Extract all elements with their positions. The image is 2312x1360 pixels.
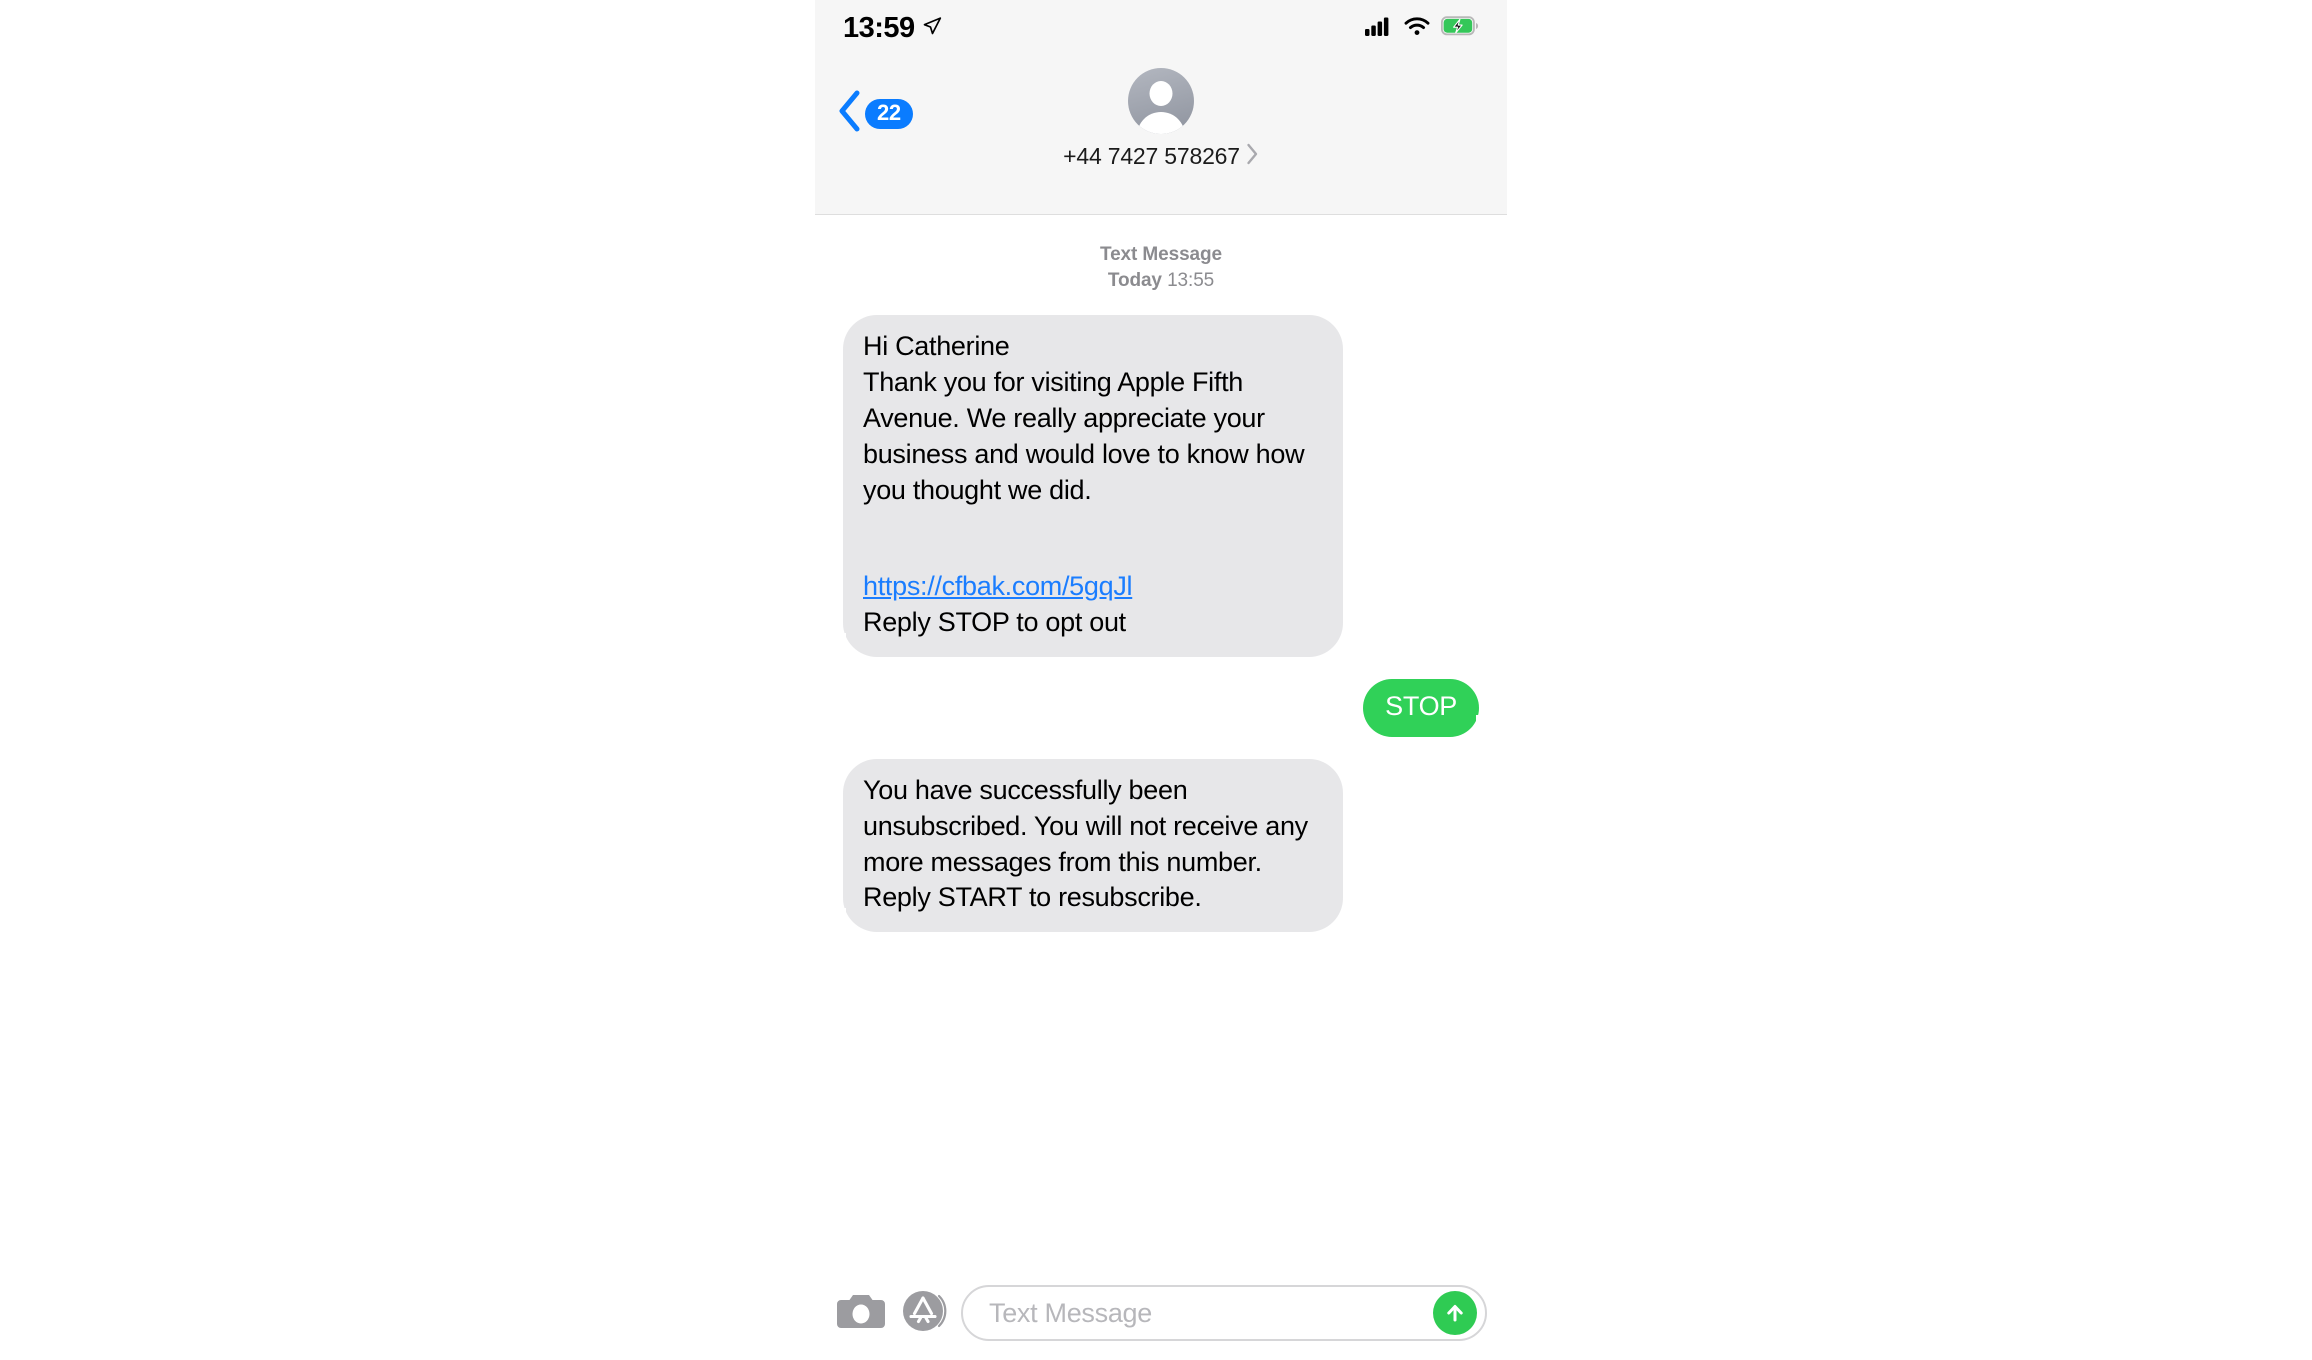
message-datetime-label: Today 13:55 bbox=[837, 268, 1485, 294]
message-bubble-outgoing[interactable]: STOP bbox=[1363, 678, 1490, 737]
chevron-right-icon bbox=[1246, 143, 1259, 170]
message-type-label: Text Message bbox=[1099, 244, 1222, 265]
contact-phone-number: +44 7427 578267 bbox=[1063, 143, 1240, 169]
message-compose-toolbar bbox=[815, 1276, 1507, 1360]
message-row: STOP bbox=[837, 678, 1490, 737]
message-list[interactable]: Text Message Today 13:55 Hi Catherine Th… bbox=[815, 216, 1507, 1276]
status-bar: 13:59 bbox=[815, 0, 1507, 56]
contact-name-row: +44 7427 578267 bbox=[1063, 143, 1259, 170]
send-arrow-up-icon[interactable] bbox=[1433, 1291, 1477, 1335]
iphone-messages-screen: 13:59 22 +44 7427 578267 Text Message To… bbox=[815, 0, 1507, 1360]
cellular-signal-icon bbox=[1365, 16, 1393, 41]
timestamp-day: Today bbox=[1107, 269, 1162, 291]
message-input[interactable] bbox=[987, 1296, 1433, 1330]
message-paragraph-break bbox=[863, 509, 1323, 533]
message-bubble-incoming[interactable]: Hi Catherine Thank you for visiting Appl… bbox=[832, 315, 1343, 657]
message-input-container[interactable] bbox=[961, 1285, 1487, 1341]
message-text: Hi Catherine Thank you for visiting Appl… bbox=[863, 331, 1305, 505]
status-time: 13:59 bbox=[843, 11, 915, 44]
status-bar-right bbox=[1365, 15, 1479, 41]
conversation-timestamp: Text Message Today 13:55 bbox=[837, 216, 1485, 293]
avatar-body bbox=[1137, 112, 1185, 134]
status-bar-left: 13:59 bbox=[843, 11, 942, 44]
camera-icon[interactable] bbox=[835, 1289, 887, 1338]
message-row: You have successfully been unsubscribed.… bbox=[832, 758, 1485, 933]
location-arrow-icon bbox=[922, 16, 942, 41]
message-link[interactable]: https://cfbak.com/5gqJl bbox=[863, 571, 1133, 601]
battery-charging-icon bbox=[1440, 15, 1479, 41]
message-row: Hi Catherine Thank you for visiting Appl… bbox=[832, 315, 1485, 657]
message-bubble-incoming[interactable]: You have successfully been unsubscribed.… bbox=[832, 758, 1343, 933]
avatar-head bbox=[1149, 81, 1173, 106]
conversation-header: 22 +44 7427 578267 bbox=[815, 56, 1507, 215]
person-avatar-icon bbox=[1128, 68, 1194, 134]
wifi-icon bbox=[1404, 16, 1430, 41]
message-text-optout: Reply STOP to opt out bbox=[863, 606, 1126, 637]
app-store-icon[interactable] bbox=[901, 1288, 947, 1339]
timestamp-time: 13:55 bbox=[1167, 269, 1215, 291]
contact-info-button[interactable]: +44 7427 578267 bbox=[815, 68, 1507, 170]
